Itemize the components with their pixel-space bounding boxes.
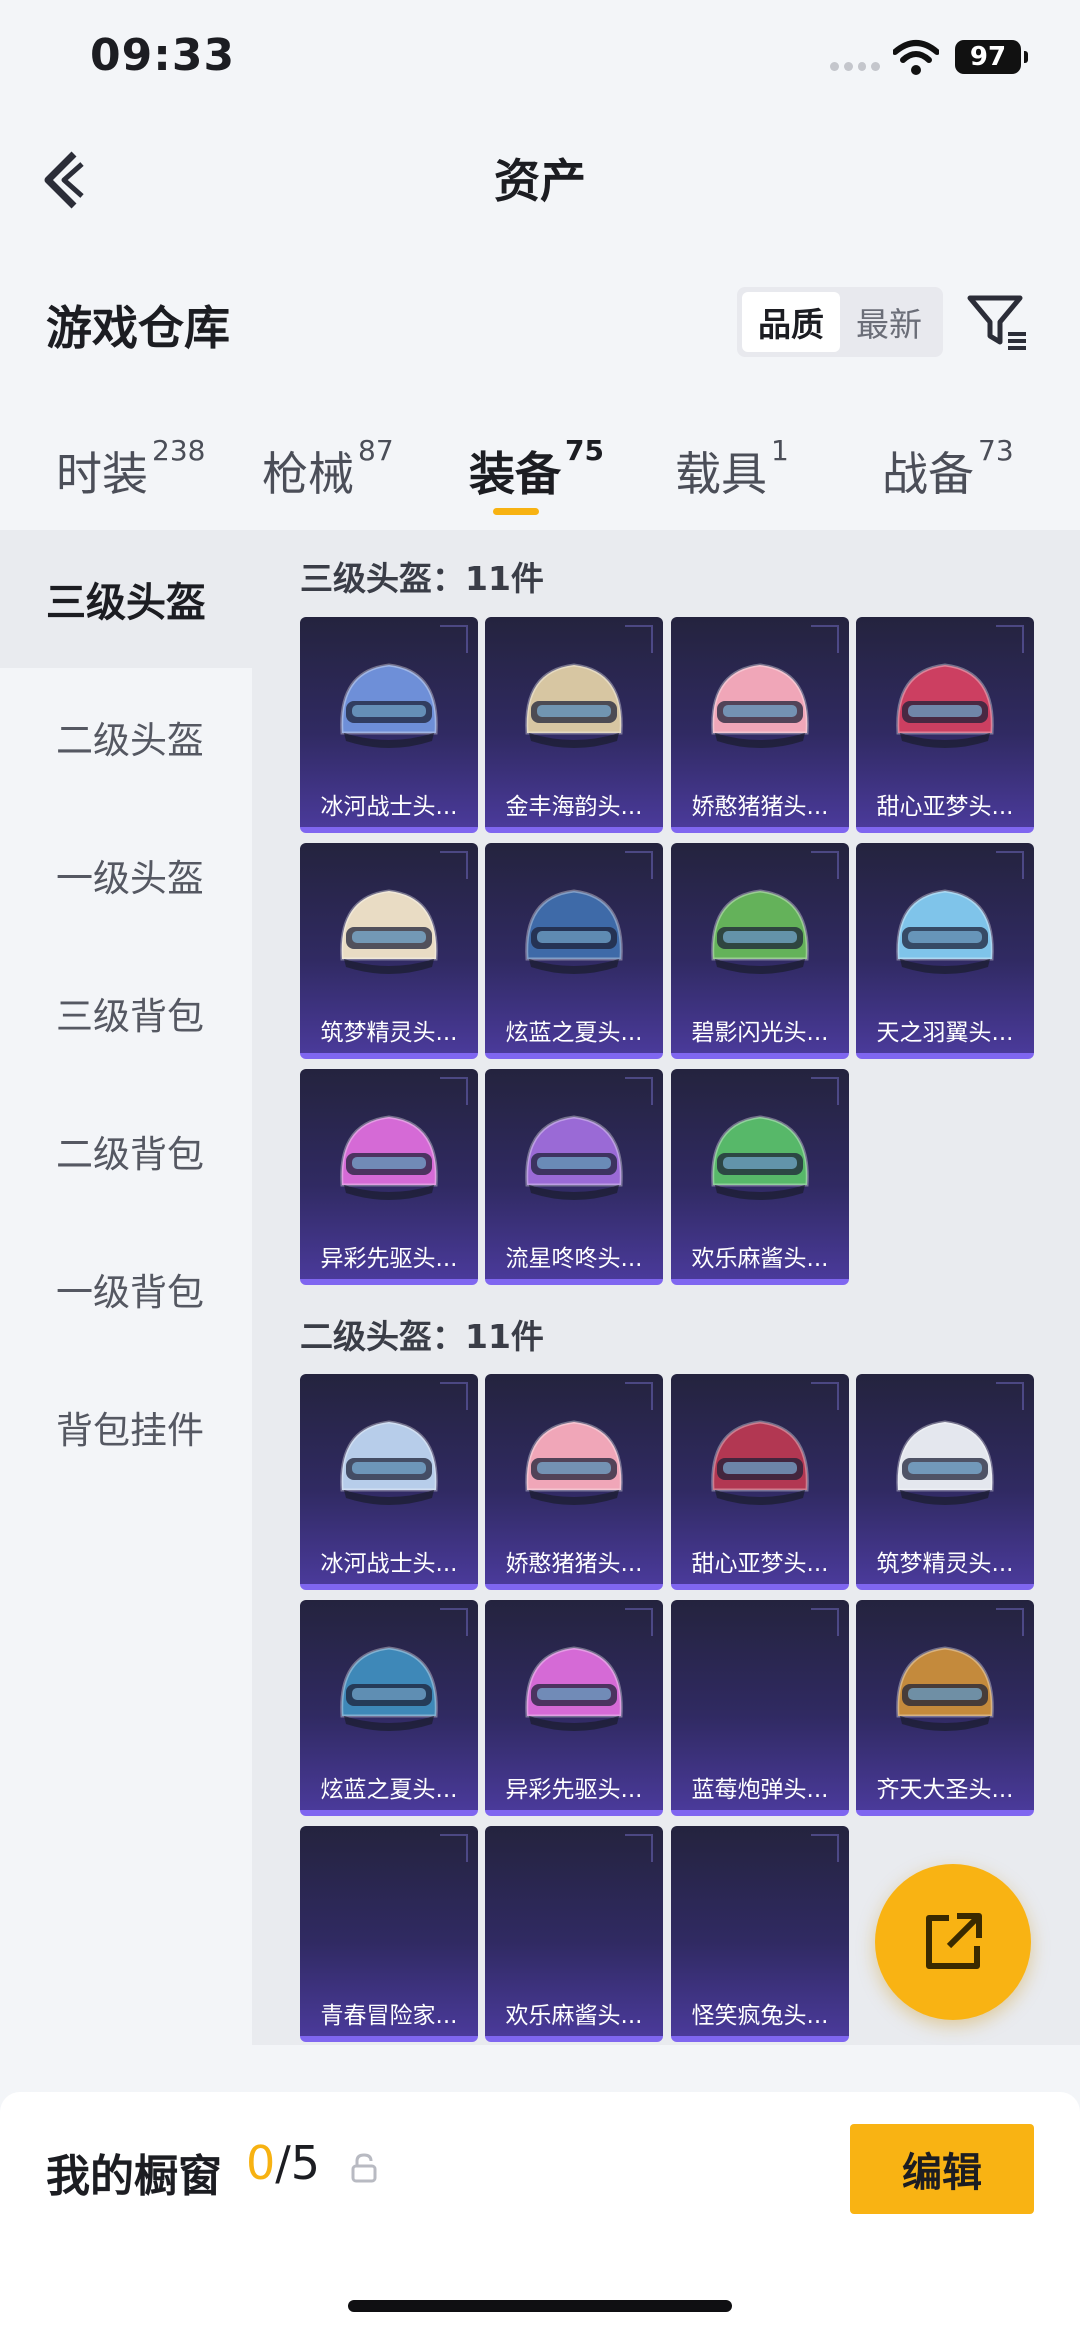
tab-indicator [493,508,539,515]
item-card-label: 异彩先驱头... [505,1777,643,1803]
wifi-icon [893,40,939,75]
helmet-icon [525,1115,623,1200]
item-card-label: 炫蓝之夏头... [505,1020,643,1046]
item-card-label: 欢乐麻酱头... [505,2003,643,2029]
tab-equipment[interactable]: 装备 75 [469,434,604,504]
item-card[interactable]: 娇憨猪猪头... [671,617,849,833]
item-card[interactable]: 怪笑疯兔头... [671,1826,849,2042]
lock-icon [351,2153,377,2183]
group-title-level3: 三级头盔：11件 [300,559,544,598]
item-card[interactable]: 甜心亚梦头... [671,1374,849,1590]
item-card-label: 筑梦精灵头... [320,1020,458,1046]
showcase-label: 我的橱窗 [46,2151,222,2202]
item-card-label: 异彩先驱头... [320,1246,458,1272]
sidebar-item-level1-helmet[interactable]: 一级头盔 [0,806,252,944]
filter-icon[interactable] [966,290,1030,354]
helmet-icon [340,1646,438,1731]
tab-fashion[interactable]: 时装 238 [56,434,205,504]
item-card-label: 金丰海韵头... [505,794,643,820]
status-bar: 09:33 97 [0,0,1080,120]
helmet-icon [525,1646,623,1731]
item-card[interactable]: 流星咚咚头... [485,1069,663,1285]
item-card-label: 流星咚咚头... [505,1246,643,1272]
section-title: 游戏仓库 [46,301,230,355]
helmet-icon [896,889,994,974]
helmet-icon [340,663,438,748]
item-card-label: 蓝莓炮弹头... [691,1777,829,1803]
helmet-icon [711,889,809,974]
group-title-level2: 二级头盔：11件 [300,1317,544,1356]
item-card[interactable]: 齐天大圣头... [856,1600,1034,1816]
item-card[interactable]: 青春冒险家... [300,1826,478,2042]
helmet-icon [711,1420,809,1505]
item-card-label: 娇憨猪猪头... [691,794,829,820]
item-card[interactable]: 碧影闪光头... [671,843,849,1059]
helmet-icon [525,663,623,748]
sidebar-item-level1-backpack[interactable]: 一级背包 [0,1220,252,1358]
item-card-label: 甜心亚梦头... [691,1551,829,1577]
item-card-label: 怪笑疯兔头... [691,2003,829,2029]
share-icon [926,1913,982,1969]
item-card-label: 齐天大圣头... [876,1777,1014,1803]
item-card[interactable]: 欢乐麻酱头... [671,1069,849,1285]
helmet-icon [896,1646,994,1731]
sort-latest-button[interactable]: 最新 [840,292,938,352]
sidebar: 三级头盔 二级头盔 一级头盔 三级背包 二级背包 一级背包 背包挂件 [0,530,252,2045]
helmet-icon [340,889,438,974]
signal-icon [830,62,880,72]
item-card-label: 筑梦精灵头... [876,1551,1014,1577]
tab-supplies[interactable]: 战备 73 [882,434,1014,504]
item-card[interactable]: 冰河战士头... [300,1374,478,1590]
share-button[interactable] [875,1864,1031,2020]
item-card[interactable]: 炫蓝之夏头... [300,1600,478,1816]
category-tabs: 时装 238 枪械 87 装备 75 载具 1 战备 73 [0,420,1080,530]
home-indicator [348,2300,732,2312]
item-card-label: 天之羽翼头... [876,1020,1014,1046]
item-card[interactable]: 冰河战士头... [300,617,478,833]
sort-quality-button[interactable]: 品质 [742,292,840,352]
sidebar-item-backpack-charm[interactable]: 背包挂件 [0,1358,252,1496]
helmet-icon [340,1420,438,1505]
item-card-label: 青春冒险家... [320,2003,458,2029]
tab-guns[interactable]: 枪械 87 [262,434,394,504]
tab-vehicles[interactable]: 载具 1 [675,434,789,504]
sidebar-item-level3-helmet[interactable]: 三级头盔 [0,530,252,668]
item-card[interactable]: 异彩先驱头... [300,1069,478,1285]
item-card[interactable]: 筑梦精灵头... [300,843,478,1059]
status-time: 09:33 [90,30,236,81]
helmet-icon [711,1115,809,1200]
item-card-label: 冰河战士头... [320,794,458,820]
sidebar-item-level3-backpack[interactable]: 三级背包 [0,944,252,1082]
item-card-label: 欢乐麻酱头... [691,1246,829,1272]
edit-button[interactable]: 编辑 [850,2124,1034,2214]
item-card[interactable]: 甜心亚梦头... [856,617,1034,833]
helmet-icon [896,1420,994,1505]
helmet-icon [711,663,809,748]
item-card[interactable]: 筑梦精灵头... [856,1374,1034,1590]
item-card[interactable]: 异彩先驱头... [485,1600,663,1816]
showcase-count: 0/5 [246,2136,321,2190]
helmet-icon [340,1115,438,1200]
item-card-label: 碧影闪光头... [691,1020,829,1046]
sidebar-item-level2-backpack[interactable]: 二级背包 [0,1082,252,1220]
helmet-icon [525,889,623,974]
helmet-icon [896,663,994,748]
item-card-label: 甜心亚梦头... [876,794,1014,820]
item-card[interactable]: 炫蓝之夏头... [485,843,663,1059]
item-card-label: 炫蓝之夏头... [320,1777,458,1803]
item-card[interactable]: 蓝莓炮弹头... [671,1600,849,1816]
sort-toggle: 品质 最新 [737,287,943,357]
item-card[interactable]: 娇憨猪猪头... [485,1374,663,1590]
item-card[interactable]: 金丰海韵头... [485,617,663,833]
sidebar-item-level2-helmet[interactable]: 二级头盔 [0,668,252,806]
battery-indicator: 97 [955,40,1028,74]
item-card-label: 娇憨猪猪头... [505,1551,643,1577]
item-card[interactable]: 欢乐麻酱头... [485,1826,663,2042]
page-title: 资产 [494,154,586,208]
helmet-icon [525,1420,623,1505]
item-card[interactable]: 天之羽翼头... [856,843,1034,1059]
item-card-label: 冰河战士头... [320,1551,458,1577]
